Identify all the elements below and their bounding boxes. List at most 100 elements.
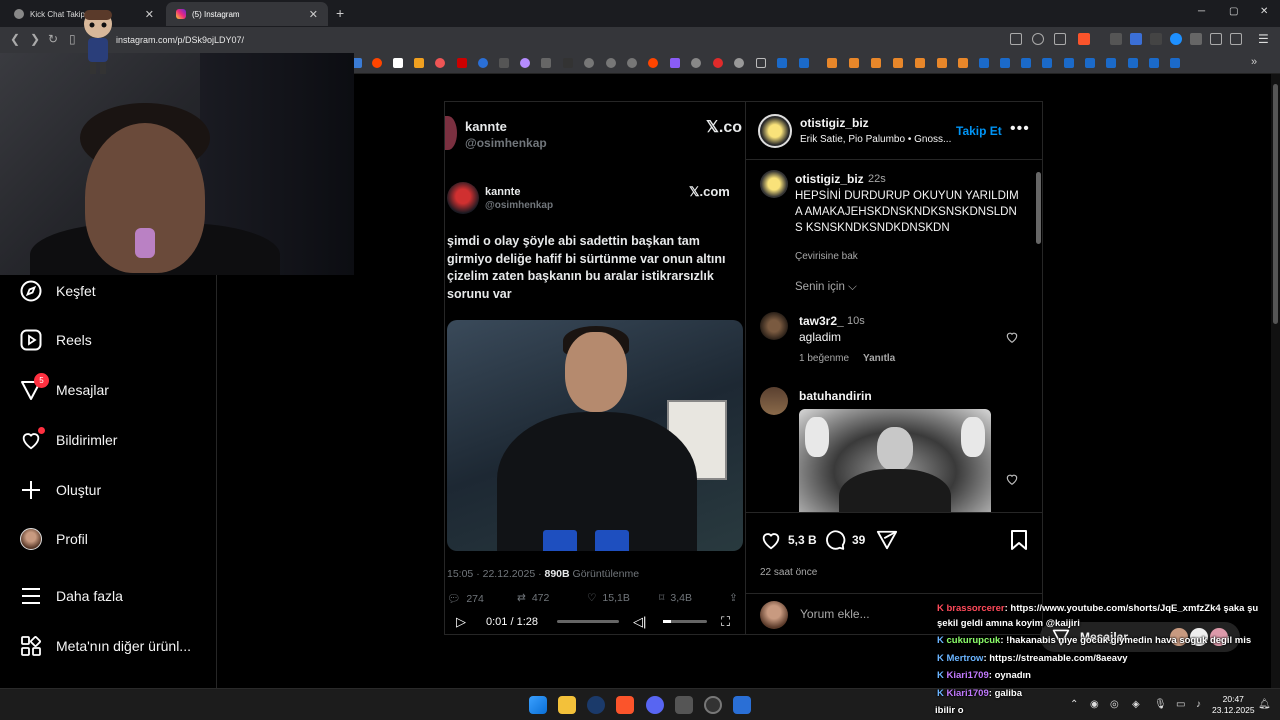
bookmark-icon[interactable] (499, 58, 509, 68)
fullscreen-icon[interactable]: ⛶ (721, 614, 730, 630)
bookmark-icon[interactable] (627, 58, 637, 68)
bookmark-icon[interactable] (849, 58, 859, 68)
bookmark-icon[interactable]: ▯ (69, 32, 76, 46)
steam-icon[interactable] (1106, 58, 1116, 68)
folder-icon[interactable] (756, 58, 766, 68)
url-field[interactable]: instagram.com/p/DSk9ojLDY07/ (116, 35, 244, 45)
music-label[interactable]: Erik Satie, Pio Palumbo • Gnoss... (800, 134, 951, 145)
app-icon[interactable] (675, 696, 693, 714)
sidebar-item-olustur[interactable]: Oluştur (20, 479, 101, 501)
bookmark-icon[interactable] (670, 58, 680, 68)
discord-icon[interactable] (646, 696, 664, 714)
comments-scrollbar[interactable] (1035, 164, 1041, 512)
brave-shield-icon[interactable] (1078, 33, 1090, 45)
sidebar-item-profil[interactable]: Profil (20, 528, 88, 550)
play-button[interactable]: ▷ (456, 614, 466, 630)
close-tab-icon[interactable]: ✕ (309, 8, 318, 21)
close-window-button[interactable]: ✕ (1260, 6, 1268, 17)
volume-slider[interactable] (663, 620, 707, 623)
avatar[interactable] (760, 170, 788, 198)
start-icon[interactable] (529, 696, 547, 714)
bookmark-icon[interactable] (915, 58, 925, 68)
extension-icon[interactable] (1150, 33, 1162, 45)
extension-icon[interactable] (1130, 33, 1142, 45)
caption-user[interactable]: otistigiz_biz (795, 172, 864, 186)
extension-icon[interactable] (1110, 33, 1122, 45)
page-scrollbar[interactable] (1271, 74, 1280, 688)
bookmark-icon[interactable] (563, 58, 573, 68)
brave-icon[interactable] (616, 696, 634, 714)
reddit-icon[interactable] (648, 58, 658, 68)
bookmark-icon[interactable] (713, 58, 723, 68)
share-icon[interactable] (1054, 33, 1066, 45)
extension-icon[interactable] (1170, 33, 1182, 45)
sidebar-item-reels[interactable]: Reels (20, 329, 92, 351)
minimize-button[interactable]: ─ (1198, 6, 1205, 17)
back-icon[interactable]: ❮ (10, 32, 20, 46)
comment-user[interactable]: taw3r2_ (799, 314, 844, 328)
bookmark-icon[interactable] (520, 58, 530, 68)
puzzle-icon[interactable] (1210, 33, 1222, 45)
steam-icon[interactable] (799, 58, 809, 68)
bookmark-icon[interactable] (414, 58, 424, 68)
sidebar-item-meta[interactable]: Meta'nın diğer ürünl... (20, 635, 191, 657)
bookmark-icon[interactable] (393, 58, 403, 68)
sort-dropdown[interactable]: Senin için ⌵ (795, 281, 857, 294)
steam-icon[interactable] (1064, 58, 1074, 68)
bookmark-icon[interactable] (478, 58, 488, 68)
like-button[interactable]: 5,3 B (760, 529, 817, 551)
steam-icon[interactable] (1128, 58, 1138, 68)
tab-instagram[interactable]: (5) Instagram ✕ (166, 2, 328, 26)
follow-button[interactable]: Takip Et (956, 124, 1002, 138)
forward-icon[interactable]: ❯ (30, 32, 40, 46)
like-comment-icon[interactable] (1005, 472, 1019, 486)
steam-icon[interactable] (1149, 58, 1159, 68)
bookmark-icon[interactable] (606, 58, 616, 68)
sidebar-item-mesajlar[interactable]: 5 Mesajlar (20, 373, 109, 401)
bookmark-icon[interactable] (435, 58, 445, 68)
new-tab-button[interactable]: + (336, 5, 344, 21)
bookmark-icon[interactable] (893, 58, 903, 68)
bookmark-icon[interactable] (691, 58, 701, 68)
steam-icon[interactable] (1085, 58, 1095, 68)
sidebar-item-daha-fazla[interactable]: Daha fazla (20, 585, 123, 607)
bookmark-icon[interactable] (958, 58, 968, 68)
bookmark-icon[interactable] (584, 58, 594, 68)
translate-link[interactable]: Çevirisine bak (795, 251, 858, 262)
comment-button[interactable]: 39 (824, 529, 865, 551)
avatar[interactable] (760, 312, 788, 340)
steam-icon[interactable] (587, 696, 605, 714)
bookmark-icon[interactable] (937, 58, 947, 68)
more-bookmarks-icon[interactable]: » (1251, 56, 1257, 68)
steam-icon[interactable] (979, 58, 989, 68)
bookmark-icon[interactable] (541, 58, 551, 68)
maximize-button[interactable]: ▢ (1229, 6, 1238, 17)
steam-icon[interactable] (1170, 58, 1180, 68)
bookmark-icon[interactable] (827, 58, 837, 68)
add-comment-input[interactable]: Yorum ekle... (800, 607, 870, 621)
sidebar-item-bildirimler[interactable]: Bildirimler (20, 427, 117, 451)
bookmark-icon[interactable] (457, 58, 467, 68)
reload-icon[interactable]: ↻ (48, 32, 58, 46)
reddit-icon[interactable] (372, 58, 382, 68)
avatar[interactable] (758, 114, 792, 148)
zoom-icon[interactable] (1032, 33, 1044, 45)
volume-icon[interactable]: ◁| (633, 614, 646, 630)
avatar[interactable] (760, 387, 788, 415)
cast-icon[interactable] (1010, 33, 1022, 45)
bookmark-icon[interactable] (871, 58, 881, 68)
steam-icon[interactable] (1042, 58, 1052, 68)
comment-user[interactable]: batuhandirin (799, 389, 872, 403)
save-icon[interactable] (1010, 529, 1028, 551)
more-options-icon[interactable]: ••• (1010, 120, 1030, 138)
reply-button[interactable]: Yanıtla (863, 353, 895, 364)
steam-icon[interactable] (1021, 58, 1031, 68)
like-comment-icon[interactable] (1005, 330, 1019, 344)
menu-icon[interactable]: ☰ (1258, 32, 1269, 46)
bookmark-icon[interactable] (734, 58, 744, 68)
post-author[interactable]: otistigiz_biz (800, 116, 869, 130)
steam-icon[interactable] (777, 58, 787, 68)
comment-image[interactable] (799, 409, 991, 513)
video-progress[interactable] (557, 620, 619, 623)
sidebar-item-kesfet[interactable]: Keşfet (20, 280, 96, 302)
